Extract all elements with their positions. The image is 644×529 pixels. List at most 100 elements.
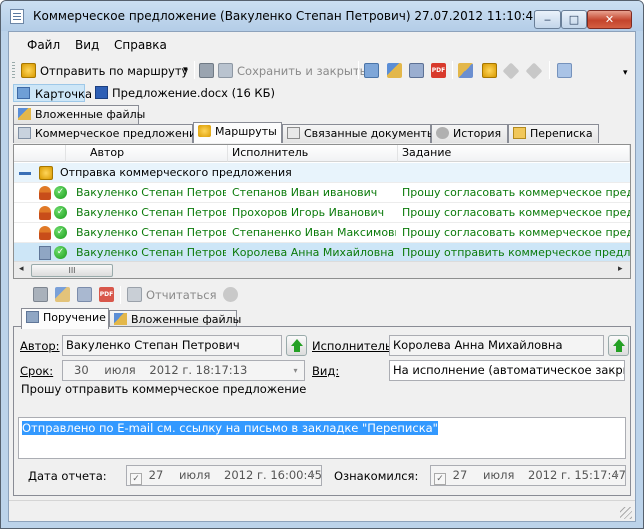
menu-file[interactable]: Файл <box>27 38 60 52</box>
files-row: Карточка Предложение.docx (16 КБ) <box>9 83 635 103</box>
tab-history[interactable]: История <box>431 124 508 143</box>
author-cell: Вакуленко Степан Петрович <box>76 206 226 219</box>
task-cell: Прошу согласовать коммерческое предлож <box>402 206 630 219</box>
print-icon[interactable] <box>409 63 424 78</box>
tab-label: Вложенные файлы <box>131 313 242 326</box>
executor-field[interactable]: Королева Анна Михайловна <box>389 335 604 356</box>
acq-month: июля <box>482 468 515 482</box>
assignment-description[interactable]: Прошу отправить коммерческое предложение <box>18 379 626 415</box>
reminder-icon[interactable] <box>223 287 238 302</box>
report-dropdown-icon[interactable]: ▾ <box>304 466 321 485</box>
report-date-picker[interactable]: ✓ 27 июля 2012 г. 16:00:45 ▾ <box>126 465 322 486</box>
title-bar[interactable]: Коммерческое предложение (Вакуленко Степ… <box>1 1 643 31</box>
type-label: Вид: <box>312 364 340 378</box>
deadline-day: 30 <box>74 363 89 377</box>
pdf-icon[interactable]: PDF <box>99 287 114 302</box>
assignment-icon <box>26 311 39 323</box>
close-button[interactable]: ✕ <box>587 10 632 29</box>
save-icon[interactable] <box>33 287 48 302</box>
card-item[interactable]: Карточка <box>13 84 92 102</box>
person-icon <box>39 186 51 200</box>
executor-cell: Степанов Иван иванович <box>232 186 378 199</box>
column-header-task[interactable]: Задание <box>398 145 630 162</box>
table-row-selected[interactable]: ✓ Вакуленко Степан Петрович Королева Анн… <box>14 243 630 263</box>
forward-icon[interactable] <box>525 62 543 80</box>
completed-icon: ✓ <box>54 246 67 259</box>
tab-commercial-offer[interactable]: Коммерческое предложение <box>13 124 203 143</box>
tab-label: Коммерческое предложение <box>35 127 203 140</box>
table-row[interactable]: ✓ Вакуленко Степан Петрович Степаненко И… <box>14 223 630 243</box>
acquainted-date-picker[interactable]: ✓ 27 июля 2012 г. 15:17:47 ▾ <box>430 465 626 486</box>
author-select-button[interactable] <box>286 335 307 356</box>
person-icon <box>39 206 51 220</box>
scroll-right-arrow[interactable]: ▸ <box>618 264 623 274</box>
type-field[interactable]: На исполнение (автоматическое закрытие) <box>389 360 625 381</box>
send-route-dropdown[interactable]: ▾ <box>183 65 188 75</box>
assignment-panel: Автор: Вакуленко Степан Петрович Исполни… <box>13 326 631 496</box>
save-close-icon <box>218 63 233 78</box>
routes-grid: Автор Исполнитель Задание Отправка комме… <box>13 144 631 279</box>
scroll-thumb[interactable]: III <box>31 264 113 277</box>
document-app-icon <box>10 9 24 24</box>
group-row[interactable]: Отправка коммерческого предложения <box>14 163 630 183</box>
scroll-left-arrow[interactable]: ◂ <box>19 264 24 274</box>
maximize-button[interactable]: □ <box>561 10 587 29</box>
executor-select-button[interactable] <box>608 335 629 356</box>
report-button[interactable]: Отчитаться <box>146 288 216 302</box>
tab-label: Поручение <box>43 311 106 324</box>
word-doc-icon <box>95 86 108 99</box>
route-icon <box>198 125 211 137</box>
deadline-time: 2012 г. 18:17:13 <box>149 363 248 377</box>
toolbar-grip[interactable] <box>12 62 15 78</box>
menu-help[interactable]: Справка <box>114 38 167 52</box>
completed-icon: ✓ <box>54 206 67 219</box>
calendar-icon[interactable] <box>364 63 379 78</box>
application-window: Коммерческое предложение (Вакуленко Степ… <box>0 0 644 529</box>
menu-view[interactable]: Вид <box>75 38 99 52</box>
save-close-button[interactable]: Сохранить и закрыть <box>237 64 366 78</box>
report-date-checkbox[interactable]: ✓ <box>130 473 142 485</box>
toolbar-separator <box>120 286 121 304</box>
acquainted-label: Ознакомился: <box>334 469 419 483</box>
save-icon[interactable] <box>199 63 214 78</box>
horizontal-scrollbar[interactable]: ◂ III ▸ <box>14 261 630 278</box>
sign-icon[interactable] <box>55 287 70 302</box>
settings-icon[interactable] <box>557 63 572 78</box>
table-row[interactable]: ✓ Вакуленко Степан Петрович Прохоров Иго… <box>14 203 630 223</box>
paperclip-icon <box>114 313 127 325</box>
column-header-author[interactable]: Автор <box>66 145 228 162</box>
tab-related-documents[interactable]: Связанные документы <box>282 124 436 143</box>
resize-grip[interactable] <box>620 507 632 519</box>
acquainted-checkbox[interactable]: ✓ <box>434 473 446 485</box>
tab-routes[interactable]: Маршруты <box>193 122 282 143</box>
completed-icon: ✓ <box>54 226 67 239</box>
acquainted-dropdown-icon[interactable]: ▾ <box>608 466 625 485</box>
author-field[interactable]: Вакуленко Степан Петрович <box>62 335 282 356</box>
deadline-label: Срок: <box>20 364 54 378</box>
print-icon[interactable] <box>77 287 92 302</box>
menu-bar: Файл Вид Справка <box>9 32 635 56</box>
pdf-icon[interactable]: PDF <box>431 63 446 78</box>
column-header-executor[interactable]: Исполнитель <box>228 145 398 162</box>
route-icon-2[interactable] <box>482 63 497 78</box>
assignment-note[interactable]: Отправлено по E-mail см. ссылку на письм… <box>18 417 626 459</box>
tab-assignment[interactable]: Поручение <box>21 308 109 329</box>
main-toolbar: Отправить по маршруту ▾ Сохранить и закр… <box>9 58 635 82</box>
sign-icon[interactable] <box>387 63 402 78</box>
send-route-button[interactable]: Отправить по маршруту <box>40 64 188 78</box>
document-tabs: Вложенные файлы Коммерческое предложение… <box>9 105 635 145</box>
author-cell: Вакуленко Степан Петрович <box>76 246 226 259</box>
edit-icon[interactable] <box>458 63 473 78</box>
tab-correspondence[interactable]: Переписка <box>508 124 599 143</box>
back-icon[interactable] <box>502 62 520 80</box>
collapse-icon[interactable] <box>19 172 31 175</box>
deadline-picker[interactable]: 30 июля 2012 г. 18:17:13 ▾ <box>62 360 305 381</box>
minimize-button[interactable]: ‒ <box>534 10 561 29</box>
table-row[interactable]: ✓ Вакуленко Степан Петрович Степанов Ива… <box>14 183 630 203</box>
toolbar-overflow[interactable]: ▾ <box>623 68 628 78</box>
report-date-label: Дата отчета: <box>28 469 107 483</box>
tab-attached-files[interactable]: Вложенные файлы <box>13 105 145 124</box>
deadline-dropdown-icon[interactable]: ▾ <box>287 361 304 380</box>
status-bar <box>9 500 635 521</box>
toolbar-separator <box>194 61 195 79</box>
